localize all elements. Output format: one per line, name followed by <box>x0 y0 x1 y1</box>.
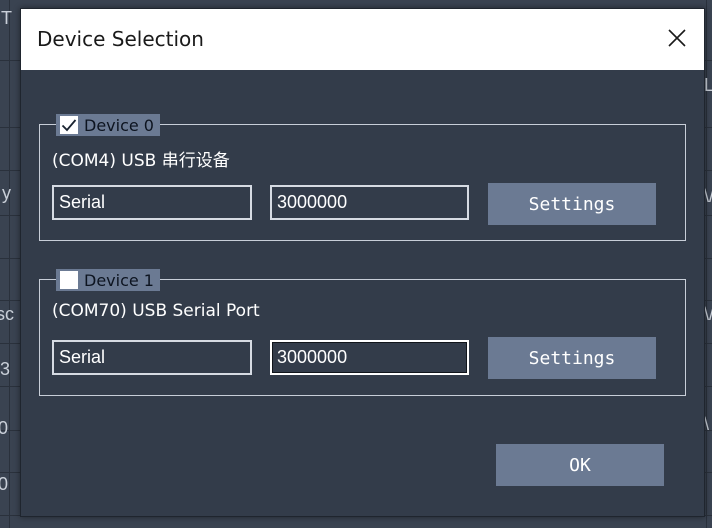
bg-text: 0 <box>0 418 9 438</box>
device-1-baud-field[interactable]: 3000000 <box>270 340 469 375</box>
ok-button[interactable]: OK <box>496 444 664 486</box>
device-1-settings-button[interactable]: Settings <box>488 337 656 379</box>
device-1-label: Device 1 <box>84 270 154 290</box>
device-0-baud-field[interactable]: 3000000 <box>270 185 469 220</box>
device-0-port-name: (COM4) USB 串行设备 <box>52 151 230 171</box>
close-button[interactable] <box>660 21 694 55</box>
device-1-type-field[interactable]: Serial <box>52 340 252 375</box>
device-0-checkbox[interactable] <box>60 116 78 134</box>
device-0-type-field[interactable]: Serial <box>52 185 252 220</box>
bg-text: L <box>704 75 712 95</box>
bg-text: sc <box>0 304 14 324</box>
bg-text: T <box>1 8 12 28</box>
close-icon <box>668 29 686 47</box>
device-1-group: Device 1 (COM70) USB Serial Port Serial … <box>39 269 686 396</box>
bg-text: 3 <box>0 359 11 379</box>
device-0-settings-button[interactable]: Settings <box>488 183 656 225</box>
bg-text: \/ <box>704 186 712 206</box>
device-1-header[interactable]: Device 1 <box>56 269 160 291</box>
dialog-titlebar: Device Selection <box>21 9 704 70</box>
device-0-header[interactable]: Device 0 <box>56 114 160 136</box>
bg-text: y <box>2 183 11 203</box>
device-0-group: Device 0 (COM4) USB 串行设备 Serial 3000000 … <box>39 114 686 241</box>
device-1-port-name: (COM70) USB Serial Port <box>52 301 260 321</box>
checkmark-icon <box>61 119 77 132</box>
dialog-title: Device Selection <box>37 27 204 51</box>
device-selection-dialog: Device Selection Device 0 (COM4) USB 串行设… <box>20 8 705 517</box>
bg-text: 0 <box>0 474 9 494</box>
device-1-checkbox[interactable] <box>60 271 78 289</box>
bg-text: \/ <box>704 304 712 324</box>
device-0-label: Device 0 <box>84 115 154 135</box>
